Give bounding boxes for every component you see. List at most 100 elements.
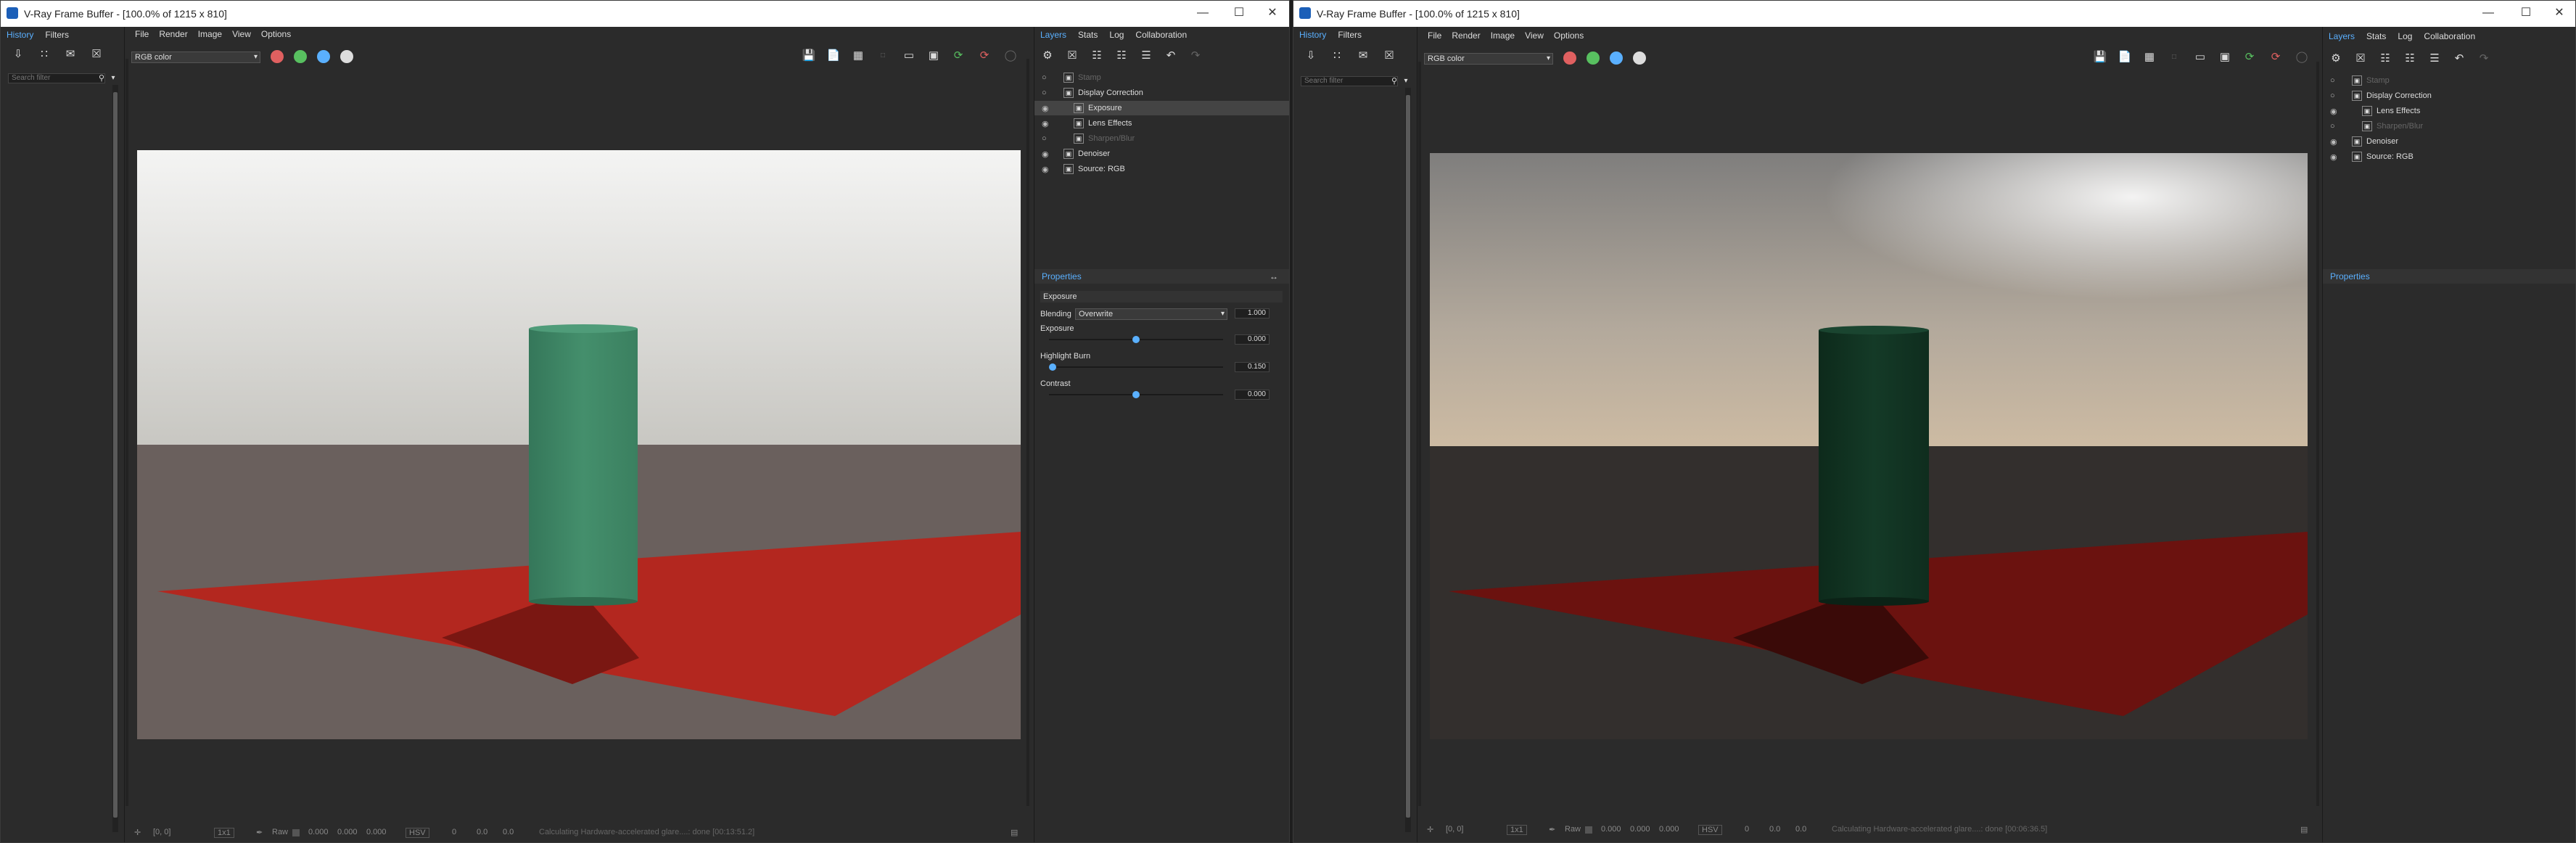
delete-layer-icon[interactable]: ☒ [1063, 47, 1081, 65]
save-history-icon[interactable]: ⇩ [1302, 47, 1320, 65]
eye-icon[interactable]: ◉ [1042, 104, 1049, 113]
blending-select[interactable]: Overwrite [1075, 308, 1227, 320]
tab-history[interactable]: History [1, 27, 39, 43]
save-all-icon[interactable]: 📄 [825, 47, 842, 65]
menu-file[interactable]: File [130, 27, 154, 41]
alpha-channel-icon[interactable] [1633, 52, 1646, 65]
slider-knob[interactable] [1048, 363, 1056, 371]
menu-render[interactable]: Render [1447, 28, 1485, 43]
redo-icon[interactable]: ↷ [1187, 47, 1204, 65]
viewport-left-scrollbar[interactable] [125, 59, 128, 806]
tab-stats[interactable]: Stats [1072, 27, 1103, 43]
highlight-burn-field[interactable]: 0.150 [1235, 362, 1270, 372]
search-icon[interactable]: ⚲ [1389, 73, 1399, 90]
title-bar[interactable]: V-Ray Frame Buffer - [100.0% of 1215 x 8… [1, 1, 1289, 27]
menu-view[interactable]: View [227, 27, 256, 41]
expand-icon[interactable]: ↔ [1270, 271, 1278, 281]
contrast-slider[interactable] [1049, 391, 1223, 398]
tab-collaboration[interactable]: Collaboration [1129, 27, 1193, 43]
menu-image[interactable]: Image [193, 27, 227, 41]
picker-icon[interactable]: ✒ [256, 828, 263, 837]
load-layers-icon[interactable]: ⚙ [2327, 50, 2345, 67]
green-channel-icon[interactable] [294, 50, 307, 63]
history-scrollbar[interactable] [112, 85, 118, 832]
viewport-left-scrollbar[interactable] [1418, 62, 1421, 806]
render-region-icon[interactable]: ▣ [2216, 49, 2234, 66]
close-icon[interactable]: ✕ [2548, 5, 2570, 21]
add-layer-icon[interactable]: ☷ [1088, 47, 1106, 65]
exposure-field[interactable]: 0.000 [1235, 334, 1270, 345]
layer-row[interactable]: ○ ▣ Stamp [2323, 73, 2575, 88]
render-icon[interactable]: ◯ [1002, 47, 1019, 65]
save-history-icon[interactable]: ⇩ [9, 46, 27, 63]
menu-view[interactable]: View [1520, 28, 1549, 43]
channel-select[interactable]: RGB color [1424, 53, 1553, 65]
layer-row[interactable]: ◉ ▣ Source: RGB [1034, 162, 1289, 176]
log-icon[interactable]: ▤ [1011, 828, 1018, 837]
save-image-icon[interactable]: 💾 [2091, 49, 2109, 66]
colorspace-select[interactable]: HSV [1698, 825, 1722, 835]
track-mouse-icon[interactable]: □ [874, 47, 892, 65]
search-icon[interactable]: ⚲ [96, 70, 107, 87]
tab-filters[interactable]: Filters [1332, 27, 1367, 43]
tab-history[interactable]: History [1293, 27, 1332, 43]
red-channel-icon[interactable] [271, 50, 284, 63]
eye-icon[interactable]: ◉ [1042, 119, 1049, 128]
eye-icon[interactable]: ○ [1042, 134, 1047, 143]
layer-row[interactable]: ○ ▣ Sharpen/Blur [2323, 119, 2575, 133]
compare-ab-icon[interactable]: ∷ [1328, 47, 1346, 65]
eye-icon[interactable]: ◉ [2330, 137, 2337, 147]
picker-icon[interactable]: ✒ [1549, 825, 1555, 834]
colorspace-select[interactable]: HSV [406, 828, 429, 838]
tab-layers[interactable]: Layers [2323, 28, 2361, 44]
close-icon[interactable]: ✕ [1262, 5, 1283, 21]
minimize-icon[interactable]: — [1192, 5, 1214, 21]
undo-icon[interactable]: ↶ [1162, 47, 1180, 65]
tab-layers[interactable]: Layers [1034, 27, 1072, 43]
load-history-icon[interactable]: ✉ [62, 46, 79, 63]
zoom-select[interactable]: 1x1 [1507, 825, 1527, 835]
stop-render-icon[interactable]: ⟳ [2267, 49, 2284, 66]
add-layer-icon[interactable]: ☷ [2377, 50, 2394, 67]
menu-render[interactable]: Render [154, 27, 192, 41]
crosshair-icon[interactable]: ✛ [1427, 825, 1433, 834]
layer-row[interactable]: ◉ ▣ Lens Effects [1034, 116, 1289, 131]
red-channel-icon[interactable] [1563, 52, 1576, 65]
log-icon[interactable]: ▤ [2300, 825, 2308, 834]
save-all-icon[interactable]: 📄 [2116, 49, 2133, 66]
title-bar[interactable]: V-Ray Frame Buffer - [100.0% of 1215 x 8… [1293, 1, 2575, 27]
layer-row[interactable]: ○ ▣ Stamp [1034, 70, 1289, 85]
tab-collaboration[interactable]: Collaboration [2418, 28, 2481, 44]
compare-ab-icon[interactable]: ∷ [36, 46, 53, 63]
alpha-channel-icon[interactable] [340, 50, 353, 63]
maximize-icon[interactable]: ☐ [2515, 5, 2537, 21]
image-info-icon[interactable]: ▭ [2192, 49, 2209, 66]
eye-icon[interactable]: ○ [2330, 122, 2335, 131]
interactive-render-icon[interactable]: ⟳ [950, 47, 967, 65]
zoom-select[interactable]: 1x1 [214, 828, 234, 838]
tab-log[interactable]: Log [1103, 27, 1129, 43]
layer-row[interactable]: ◉ ▣ Denoiser [1034, 147, 1289, 161]
viewport-right-scrollbar[interactable] [1026, 59, 1029, 806]
menu-options[interactable]: Options [1549, 28, 1589, 43]
delete-layer-icon[interactable]: ☒ [2352, 50, 2369, 67]
blending-amount[interactable]: 1.000 [1235, 308, 1270, 318]
delete-history-icon[interactable]: ☒ [88, 46, 105, 63]
slider-knob[interactable] [1132, 391, 1140, 398]
exposure-slider[interactable] [1049, 336, 1223, 343]
save-image-icon[interactable]: 💾 [800, 47, 818, 65]
render-icon[interactable]: ◯ [2293, 49, 2310, 66]
undo-icon[interactable]: ↶ [2451, 50, 2468, 67]
eye-icon[interactable]: ◉ [2330, 152, 2337, 162]
maximize-icon[interactable]: ☐ [1228, 5, 1250, 21]
viewport-right-scrollbar[interactable] [2316, 62, 2319, 806]
tab-log[interactable]: Log [2392, 28, 2418, 44]
blue-channel-icon[interactable] [317, 50, 330, 63]
load-history-icon[interactable]: ✉ [1354, 47, 1372, 65]
layer-row[interactable]: ○ ▣ Display Correction [2323, 89, 2575, 103]
layer-row[interactable]: ○ ▣ Sharpen/Blur [1034, 131, 1289, 146]
highlight-burn-slider[interactable] [1048, 363, 1223, 371]
save-layers-icon[interactable]: ☷ [2401, 50, 2419, 67]
track-mouse-icon[interactable]: □ [2165, 49, 2183, 66]
channel-select[interactable]: RGB color [131, 52, 260, 63]
